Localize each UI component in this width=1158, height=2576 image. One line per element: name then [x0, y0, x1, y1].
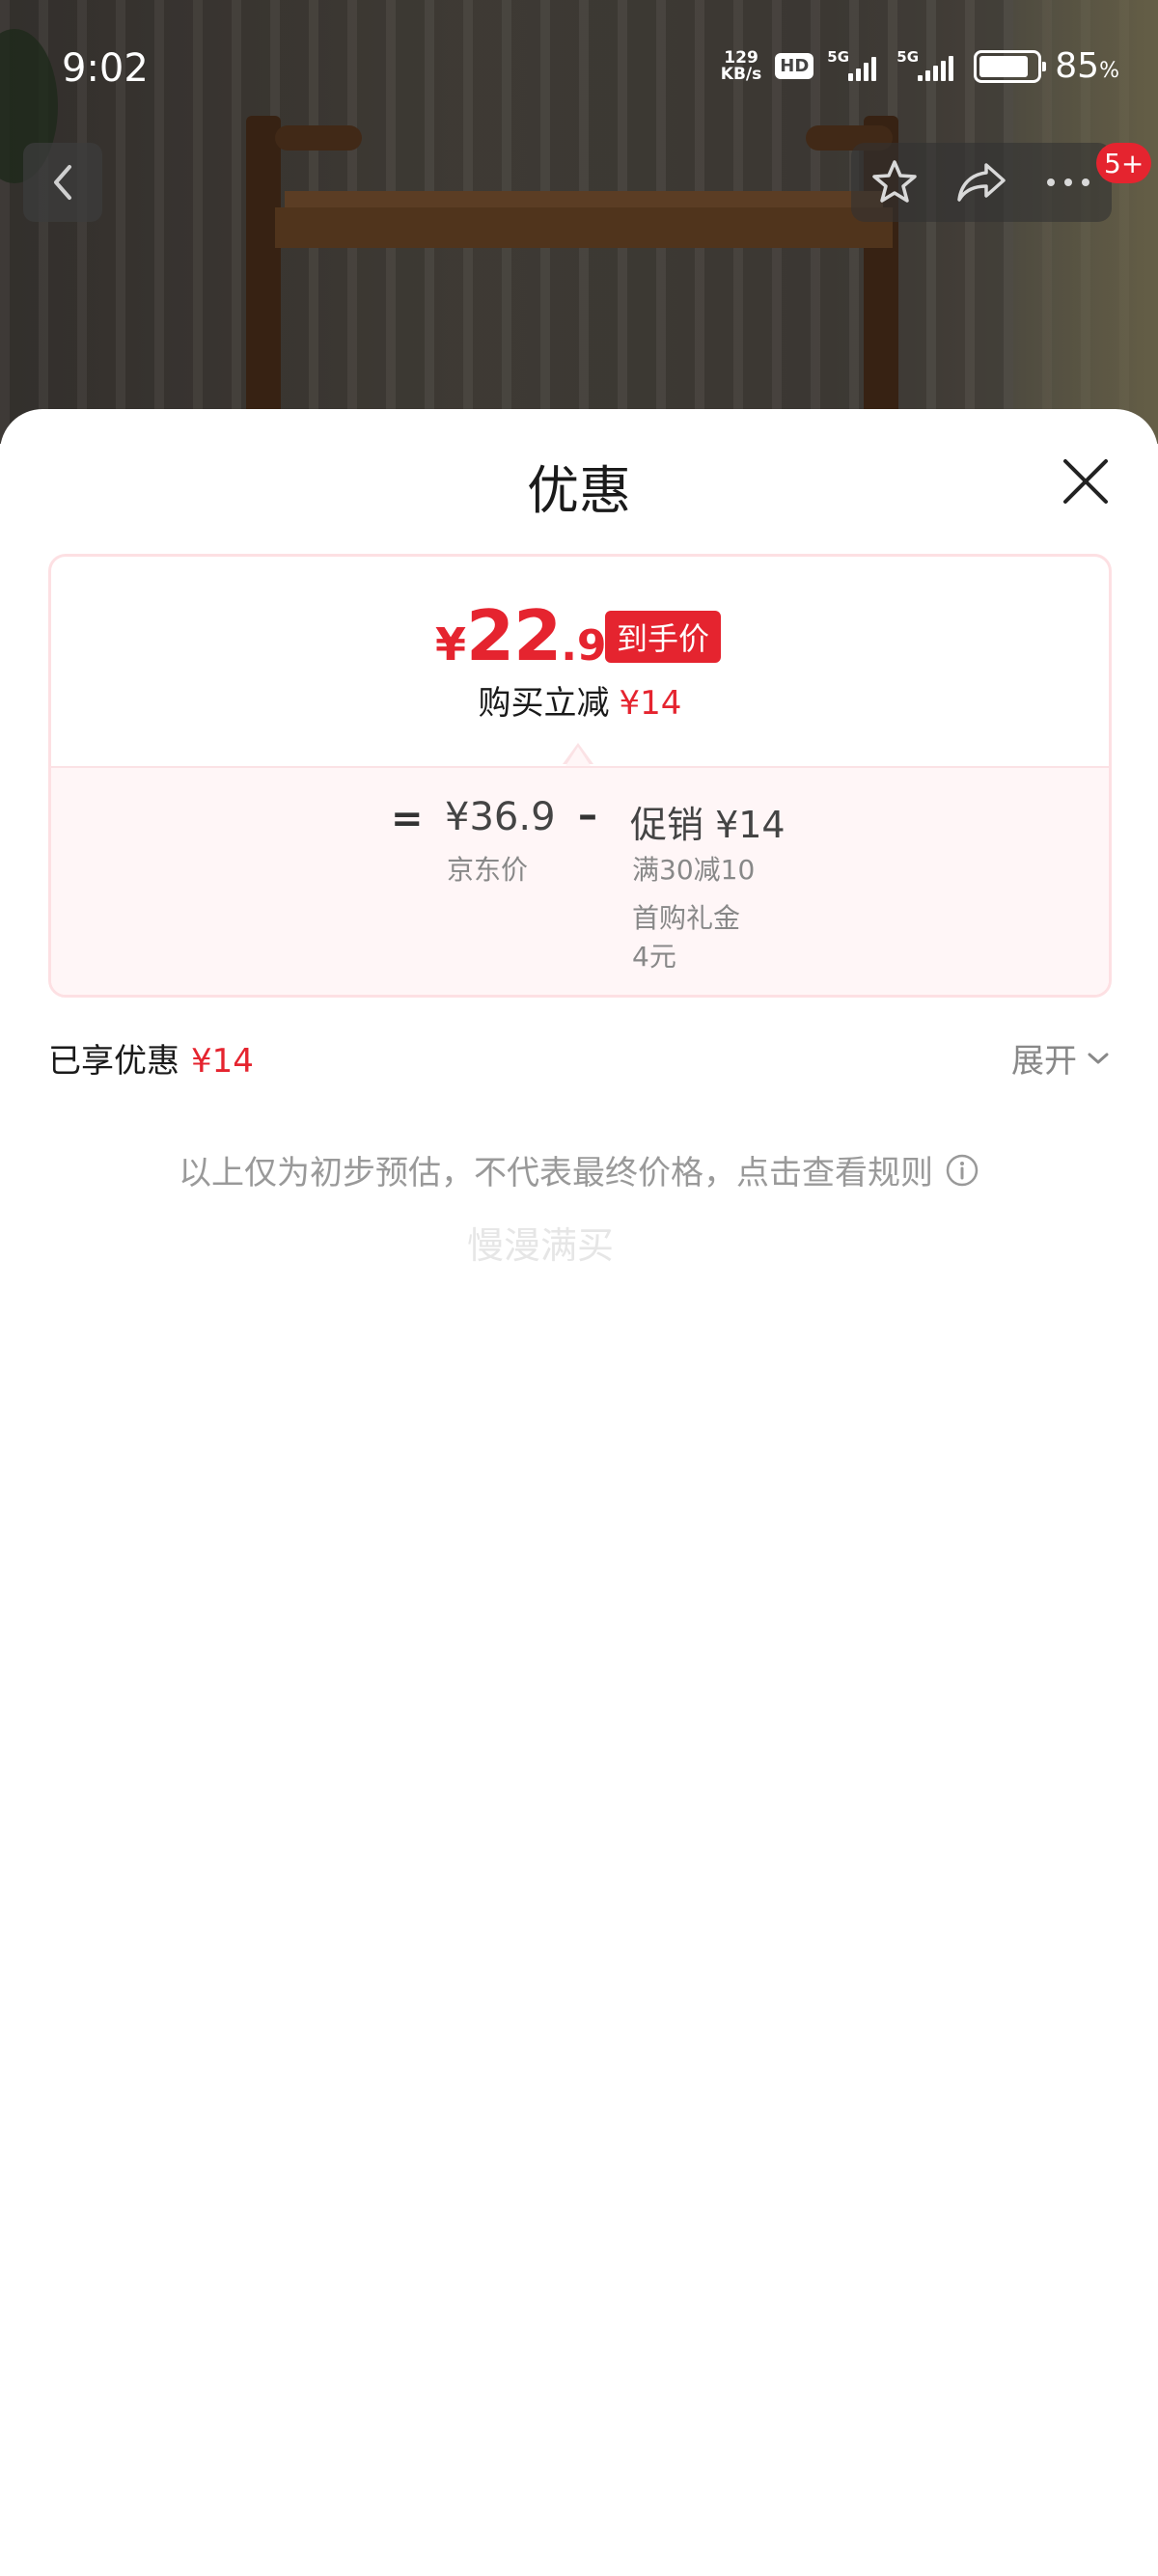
- expand-button[interactable]: 展开: [1011, 1034, 1110, 1082]
- more-icon: [1047, 178, 1089, 186]
- promo-detail: 满30减10: [632, 854, 756, 886]
- final-price: ¥ 22 .9: [435, 595, 607, 676]
- star-icon: [872, 160, 917, 203]
- promo-title: 促销 ¥14: [630, 804, 786, 846]
- back-button[interactable]: [23, 143, 102, 222]
- instant-discount: 购买立减 ¥14: [478, 684, 682, 723]
- discount-sheet: 优惠 ¥ 22 .9 到手价 购买立减 ¥14 = ¥36.9 京东价 – 促销…: [0, 409, 1158, 2576]
- equals-sign: =: [391, 797, 424, 841]
- more-button[interactable]: [1034, 149, 1102, 216]
- signal-icon: 5G: [827, 48, 883, 81]
- gift-title: 首购礼金: [632, 902, 741, 934]
- watermark: 慢漫满买: [467, 1224, 615, 1267]
- top-actions: [851, 143, 1112, 222]
- chevron-left-icon: [54, 165, 71, 200]
- status-bar: 9:02 129 KB/s HD 5G 5G 85%: [0, 0, 1158, 145]
- signal-icon: 5G: [896, 48, 960, 81]
- share-icon: [957, 163, 1006, 202]
- battery-icon: [974, 49, 1047, 83]
- network-speed: 129 KB/s: [720, 47, 762, 84]
- enjoyed-discount: 已享优惠 ¥14: [48, 1042, 254, 1081]
- battery-percent: 85%: [1055, 46, 1119, 86]
- status-time: 9:02: [62, 46, 149, 91]
- hd-badge: HD: [775, 53, 814, 79]
- close-button[interactable]: [1056, 452, 1116, 511]
- share-button[interactable]: [948, 149, 1015, 216]
- base-price-label: 京东价: [447, 854, 529, 886]
- minus-sign: –: [578, 793, 597, 837]
- notification-badge: 5+: [1096, 143, 1152, 183]
- price-breakdown: = ¥36.9 京东价 – 促销 ¥14 满30减10 首购礼金 4元: [51, 766, 1109, 995]
- price-card: ¥ 22 .9 到手价 购买立减 ¥14 = ¥36.9 京东价 – 促销 ¥14…: [48, 554, 1112, 998]
- gift-amount: 4元: [632, 941, 676, 973]
- close-icon: [1063, 459, 1108, 504]
- discount-page: 9:02 129 KB/s HD 5G 5G 85% 5+ 优惠 ¥ 22 .9…: [0, 0, 1158, 2576]
- sheet-title: 优惠: [527, 460, 631, 521]
- rules-link[interactable]: 以上仅为初步预估，不代表最终价格，点击查看规则: [0, 1146, 1158, 1193]
- info-icon: [946, 1154, 979, 1186]
- base-price: ¥36.9: [445, 795, 556, 839]
- chevron-down-icon: [1088, 1053, 1109, 1063]
- favorite-button[interactable]: [861, 149, 928, 216]
- final-price-tag: 到手价: [605, 611, 722, 663]
